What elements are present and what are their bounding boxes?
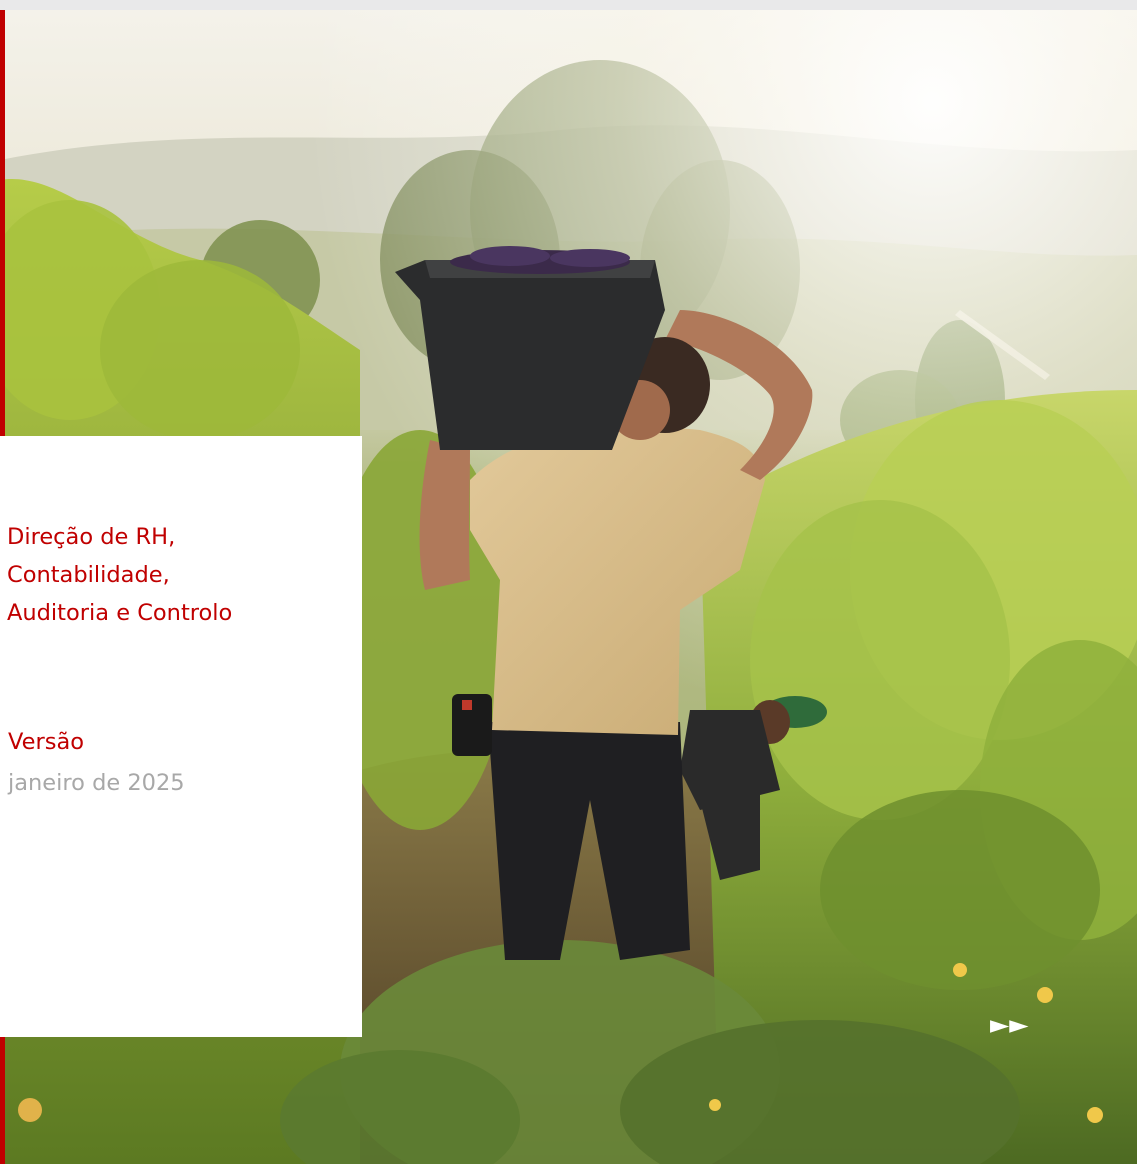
department-line: Direção de RH, xyxy=(7,524,176,550)
version-label: Versão xyxy=(8,729,85,755)
department-line: Contabilidade, xyxy=(7,562,170,588)
top-strip xyxy=(0,0,1137,10)
department-line: Auditoria e Controlo xyxy=(7,600,233,626)
department-title: Direção de RH, Contabilidade, Auditoria … xyxy=(7,518,347,632)
next-page-button[interactable]: ►► xyxy=(990,1010,1028,1040)
version-date: janeiro de 2025 xyxy=(8,770,185,796)
document-cover-page: Direção de RH, Contabilidade, Auditoria … xyxy=(0,0,1137,1164)
double-play-arrow-icon: ►► xyxy=(990,1010,1029,1039)
